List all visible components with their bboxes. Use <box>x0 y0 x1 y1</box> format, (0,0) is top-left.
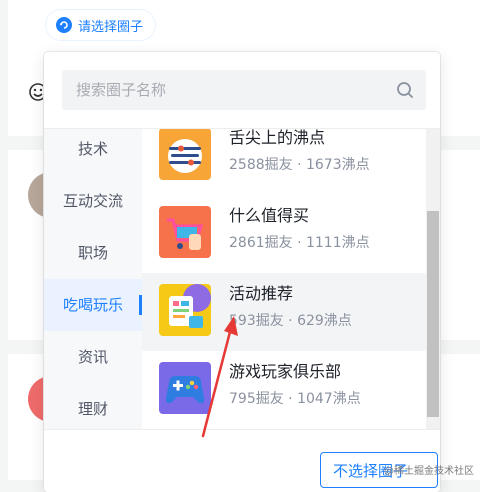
circle-selector[interactable]: 请选择圈子 <box>46 10 156 40</box>
circle-name: 舌尖上的沸点 <box>229 129 326 147</box>
circle-item-activity[interactable]: 活动推荐 593掘友 · 629沸点 <box>142 273 426 351</box>
circle-item-gaming[interactable]: 游戏玩家俱乐部 795掘友 · 1047沸点 <box>142 351 426 429</box>
circle-refresh-icon <box>56 17 72 33</box>
food-plate-icon <box>159 129 211 180</box>
circle-name: 游戏玩家俱乐部 <box>229 362 342 381</box>
circle-selector-label: 请选择圈子 <box>78 19 144 35</box>
circle-stats: 2861掘友 · 1111沸点 <box>229 235 370 251</box>
list-scrollbar[interactable] <box>426 129 440 429</box>
circle-name: 什么值得买 <box>229 206 310 225</box>
scrollbar-thumb[interactable] <box>427 211 439 417</box>
category-interaction[interactable]: 互动交流 <box>44 175 142 227</box>
circle-item-shopping[interactable]: 什么值得买 2861掘友 · 1111沸点 <box>142 195 426 273</box>
category-food-fun[interactable]: 吃喝玩乐 <box>44 279 142 331</box>
shopping-cart-icon <box>159 206 211 258</box>
divider <box>44 429 440 430</box>
search-icon[interactable] <box>396 81 414 99</box>
category-workplace[interactable]: 职场 <box>44 227 142 279</box>
category-tech[interactable]: 技术 <box>44 129 142 175</box>
category-finance[interactable]: 理财 <box>44 383 142 429</box>
circle-name: 活动推荐 <box>229 284 294 303</box>
category-news[interactable]: 资讯 <box>44 331 142 383</box>
circle-stats: 2588掘友 · 1673沸点 <box>229 157 370 173</box>
circle-stats: 795掘友 · 1047沸点 <box>229 391 361 407</box>
circle-list: 舌尖上的沸点 2588掘友 · 1673沸点 什么值得买 2861掘友 · 11… <box>142 129 426 429</box>
circle-stats: 593掘友 · 629沸点 <box>229 313 352 329</box>
activity-board-icon <box>159 284 211 336</box>
category-list[interactable]: 技术 互动交流 职场 吃喝玩乐 资讯 理财 <box>44 129 142 429</box>
circle-item-food[interactable]: 舌尖上的沸点 2588掘友 · 1673沸点 <box>142 129 426 195</box>
search-input[interactable] <box>62 70 396 110</box>
watermark-text: @稀土掘金技术社区 <box>384 466 474 477</box>
gamepad-icon <box>159 362 211 414</box>
circle-picker-popover: 技术 互动交流 职场 吃喝玩乐 资讯 理财 舌尖上的沸点 2588掘友 · 16… <box>44 52 440 492</box>
search-box <box>62 70 426 110</box>
